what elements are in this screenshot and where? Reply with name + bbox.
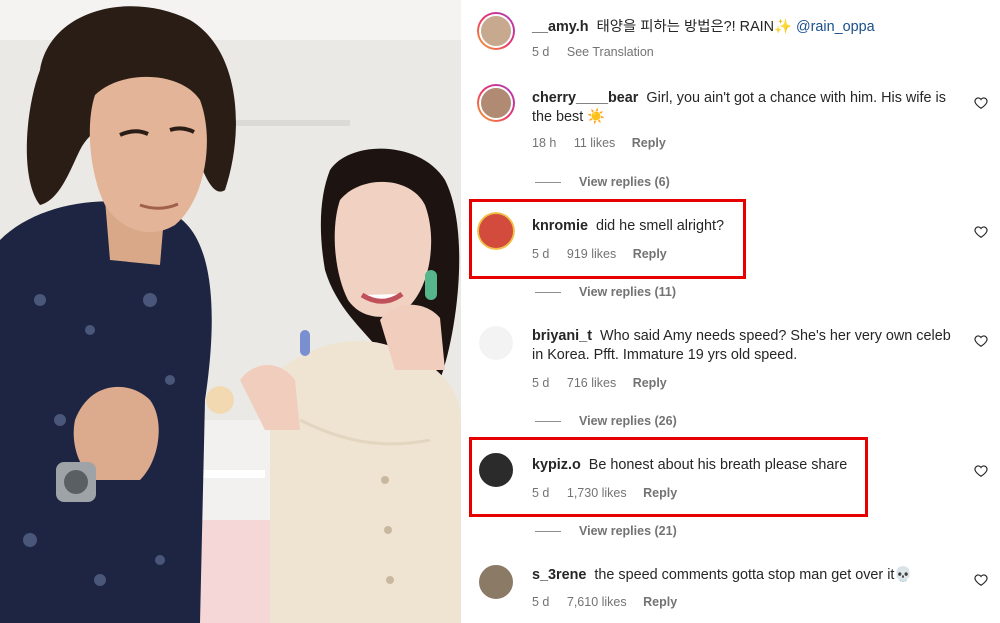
comment-likes[interactable]: 919 likes bbox=[567, 247, 616, 261]
avatar[interactable] bbox=[477, 212, 515, 250]
divider bbox=[535, 292, 561, 294]
comment-text: briyani_t Who said Amy needs speed? She'… bbox=[532, 327, 962, 365]
heart-outline-icon[interactable] bbox=[974, 464, 988, 478]
caption-text: __amy.h 태양을 피하는 방법은?! RAIN✨ @rain_oppa bbox=[532, 18, 962, 37]
comment-meta: 5 d 919 likes Reply bbox=[532, 247, 681, 261]
avatar[interactable] bbox=[477, 451, 515, 489]
comment-likes[interactable]: 7,610 likes bbox=[567, 595, 627, 609]
avatar[interactable] bbox=[477, 84, 515, 122]
comment-time: 5 d bbox=[532, 376, 550, 390]
view-replies-button[interactable]: View replies (26) bbox=[535, 414, 677, 428]
comment-username[interactable]: knromie bbox=[532, 218, 588, 234]
comment-time: 5 d bbox=[532, 595, 550, 609]
view-replies-button[interactable]: View replies (6) bbox=[535, 175, 670, 189]
reply-button[interactable]: Reply bbox=[632, 136, 666, 150]
comment-meta: 5 d 1,730 likes Reply bbox=[532, 486, 691, 500]
comment-likes[interactable]: 1,730 likes bbox=[567, 486, 627, 500]
view-replies-label: View replies (21) bbox=[579, 524, 677, 538]
comment-username[interactable]: s_3rene bbox=[532, 567, 586, 583]
comment-username[interactable]: __amy.h bbox=[532, 19, 589, 35]
comment-meta: 18 h 11 likes Reply bbox=[532, 136, 680, 150]
view-replies-button[interactable]: View replies (21) bbox=[535, 524, 677, 538]
comment-body: did he smell alright? bbox=[595, 218, 724, 234]
reply-button[interactable]: Reply bbox=[643, 486, 677, 500]
heart-outline-icon[interactable] bbox=[974, 573, 988, 587]
view-replies-label: View replies (6) bbox=[579, 175, 670, 189]
comment-time: 5 d bbox=[532, 45, 550, 59]
heart-outline-icon[interactable] bbox=[974, 225, 988, 239]
comment-text: kypiz.o Be honest about his breath pleas… bbox=[532, 456, 962, 475]
post-photo bbox=[0, 0, 461, 623]
comment-time: 5 d bbox=[532, 247, 550, 261]
photo-illustration bbox=[0, 0, 461, 623]
mention-link[interactable]: @rain_oppa bbox=[796, 19, 875, 35]
comment-meta: 5 d 7,610 likes Reply bbox=[532, 595, 691, 609]
comment-text: s_3rene the speed comments gotta stop ma… bbox=[532, 566, 962, 585]
avatar[interactable] bbox=[477, 563, 515, 601]
avatar[interactable] bbox=[477, 12, 515, 50]
avatar[interactable] bbox=[477, 324, 515, 362]
heart-outline-icon[interactable] bbox=[974, 334, 988, 348]
comment-text: knromie did he smell alright? bbox=[532, 217, 962, 236]
highlight-box bbox=[469, 437, 868, 517]
see-translation-link[interactable]: See Translation bbox=[567, 45, 654, 59]
comment-meta: 5 d 716 likes Reply bbox=[532, 376, 681, 390]
reply-button[interactable]: Reply bbox=[633, 376, 667, 390]
comment-username[interactable]: cherry____bear bbox=[532, 90, 638, 106]
divider bbox=[535, 531, 561, 533]
comment-body: Be honest about his breath please share bbox=[588, 457, 848, 473]
divider bbox=[535, 182, 561, 184]
comment-username[interactable]: briyani_t bbox=[532, 328, 592, 344]
view-replies-label: View replies (11) bbox=[579, 285, 677, 299]
divider bbox=[535, 421, 561, 423]
comment-username[interactable]: kypiz.o bbox=[532, 457, 581, 473]
view-replies-label: View replies (26) bbox=[579, 414, 677, 428]
comment-meta: 5 d See Translation bbox=[532, 45, 668, 59]
reply-button[interactable]: Reply bbox=[643, 595, 677, 609]
comment-body: 태양을 피하는 방법은?! RAIN✨ bbox=[596, 19, 792, 35]
comment-time: 18 h bbox=[532, 136, 557, 150]
reply-button[interactable]: Reply bbox=[633, 247, 667, 261]
view-replies-button[interactable]: View replies (11) bbox=[535, 285, 676, 299]
comment-likes[interactable]: 716 likes bbox=[567, 376, 616, 390]
comment-body: the speed comments gotta stop man get ov… bbox=[594, 567, 913, 583]
comment-text: cherry____bear Girl, you ain't got a cha… bbox=[532, 89, 962, 127]
heart-outline-icon[interactable] bbox=[974, 96, 988, 110]
comments-panel: __amy.h 태양을 피하는 방법은?! RAIN✨ @rain_oppa 5… bbox=[461, 0, 1000, 623]
comment-time: 5 d bbox=[532, 486, 550, 500]
comment-likes[interactable]: 11 likes bbox=[574, 136, 615, 150]
comment-body: Who said Amy needs speed? She's her very… bbox=[532, 328, 951, 363]
